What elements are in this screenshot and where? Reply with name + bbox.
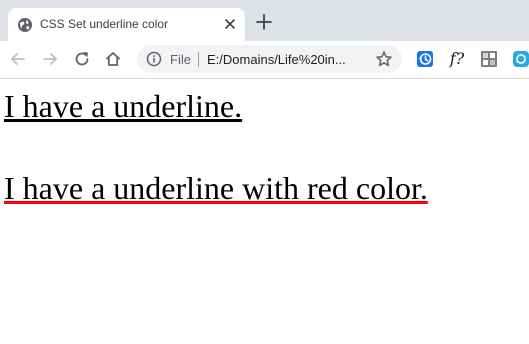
star-icon[interactable] bbox=[375, 50, 393, 68]
history-extension-icon[interactable] bbox=[416, 50, 434, 68]
plus-icon[interactable] bbox=[255, 13, 273, 31]
red-underlined-paragraph: I have a underline with red color. bbox=[4, 170, 428, 206]
underlined-paragraph: I have a underline. bbox=[4, 88, 243, 124]
tab-css-set-underline-color[interactable]: CSS Set underline color bbox=[8, 8, 245, 41]
function-extension-icon[interactable]: f? bbox=[448, 50, 466, 68]
address-bar[interactable]: File E:/Domains/Life%20in... bbox=[137, 45, 402, 73]
arrow-left-icon[interactable] bbox=[9, 50, 27, 68]
globe-icon bbox=[18, 18, 32, 32]
arrow-right-icon[interactable] bbox=[41, 50, 59, 68]
tab-strip: CSS Set underline color bbox=[0, 0, 529, 41]
url-text[interactable]: E:/Domains/Life%20in... bbox=[207, 52, 346, 67]
reload-icon[interactable] bbox=[73, 50, 91, 68]
omnibox-separator bbox=[198, 52, 199, 67]
sync-extension-icon[interactable] bbox=[512, 50, 529, 68]
close-icon[interactable] bbox=[222, 16, 238, 32]
page-content: I have a underline. I have a underline w… bbox=[0, 79, 529, 344]
scheme-label: File bbox=[170, 52, 191, 67]
info-icon[interactable] bbox=[146, 51, 162, 67]
browser-toolbar: File E:/Domains/Life%20in... f? bbox=[0, 41, 529, 79]
tab-title: CSS Set underline color bbox=[40, 17, 169, 31]
puzzle-extension-icon[interactable] bbox=[480, 50, 498, 68]
home-icon[interactable] bbox=[104, 50, 122, 68]
